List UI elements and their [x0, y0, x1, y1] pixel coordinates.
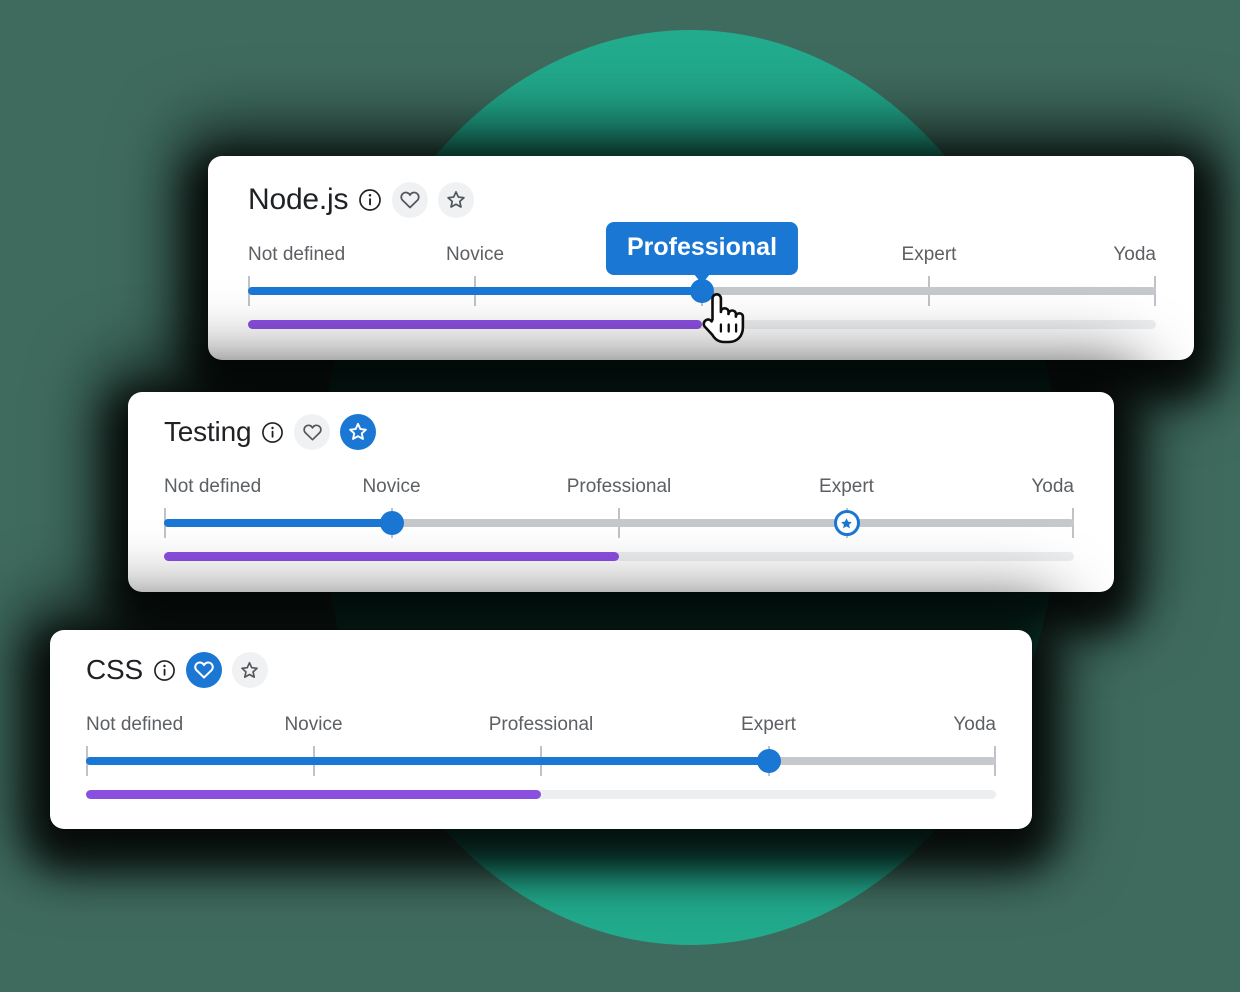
skill-card-css: CSS Not defined Novice Professional Expe… [50, 630, 1032, 829]
secondary-progress-fill [164, 552, 619, 561]
favorite-heart-button[interactable] [294, 414, 331, 450]
slider-fill [164, 519, 392, 527]
scale-label-yoda: Yoda [1031, 476, 1074, 497]
slider-track[interactable] [164, 519, 1074, 527]
slider-value-tooltip: Professional [605, 222, 799, 284]
secondary-progress-track [164, 552, 1074, 561]
slider-fill [86, 757, 769, 765]
star-icon [447, 191, 466, 208]
goal-star-button[interactable] [340, 414, 377, 450]
scale-label-novice: Novice [362, 476, 421, 497]
secondary-progress-fill [86, 790, 541, 799]
card-header: Testing [164, 414, 377, 450]
skill-card-nodejs: Node.js Not defined Novice Expert Yoda P… [208, 156, 1194, 360]
heart-icon [303, 423, 322, 441]
skill-title: Testing [164, 416, 252, 447]
scale-label-expert: Expert [741, 714, 796, 735]
card-header: CSS [86, 652, 268, 688]
skill-slider-block: Not defined Novice Professional Expert Y… [86, 714, 996, 799]
scale-label-row: Not defined Novice Professional Expert Y… [164, 476, 1074, 498]
slider-thumb[interactable] [756, 749, 781, 773]
scale-label-professional: Professional [566, 476, 672, 497]
scale-label-novice: Novice [445, 244, 505, 265]
scale-label-not-defined: Not defined [164, 476, 262, 497]
scale-label-professional: Professional [488, 714, 594, 735]
skill-title: Node.js [248, 183, 349, 216]
screenshot-stage: Node.js Not defined Novice Expert Yoda P… [0, 0, 1240, 992]
scale-label-novice: Novice [284, 714, 343, 735]
info-icon[interactable] [153, 659, 176, 682]
card-header: Node.js [248, 182, 475, 218]
skill-title: CSS [86, 654, 143, 685]
slider-fill [248, 287, 702, 295]
scale-label-expert: Expert [819, 476, 874, 497]
scale-label-yoda: Yoda [1113, 244, 1156, 265]
scale-label-row: Not defined Novice Professional Expert Y… [86, 714, 996, 736]
slider-thumb[interactable] [379, 511, 404, 535]
scale-label-expert: Expert [901, 244, 957, 265]
goal-star-button[interactable] [438, 182, 475, 218]
slider-track-area[interactable] [164, 508, 1074, 538]
favorite-heart-button[interactable] [392, 182, 429, 218]
heart-icon [400, 191, 420, 209]
secondary-progress-track [86, 790, 996, 799]
info-icon[interactable] [358, 188, 382, 212]
scale-label-not-defined: Not defined [248, 244, 346, 265]
secondary-progress-fill [248, 320, 702, 329]
secondary-progress-track [248, 320, 1156, 329]
goal-star-marker[interactable] [833, 510, 860, 536]
scale-label-not-defined: Not defined [86, 714, 184, 735]
skill-card-testing: Testing Not defined Novice Professional … [128, 392, 1114, 592]
slider-track[interactable] [86, 757, 996, 765]
star-icon [349, 422, 368, 440]
star-icon [841, 517, 852, 528]
info-icon[interactable] [261, 421, 284, 444]
favorite-heart-button[interactable] [185, 652, 222, 688]
goal-star-button[interactable] [231, 652, 268, 688]
slider-track-area[interactable] [86, 746, 996, 776]
scale-label-yoda: Yoda [953, 714, 996, 735]
skill-slider-block: Not defined Novice Professional Expert Y… [164, 476, 1074, 561]
heart-icon [194, 661, 214, 679]
star-icon [241, 661, 259, 678]
